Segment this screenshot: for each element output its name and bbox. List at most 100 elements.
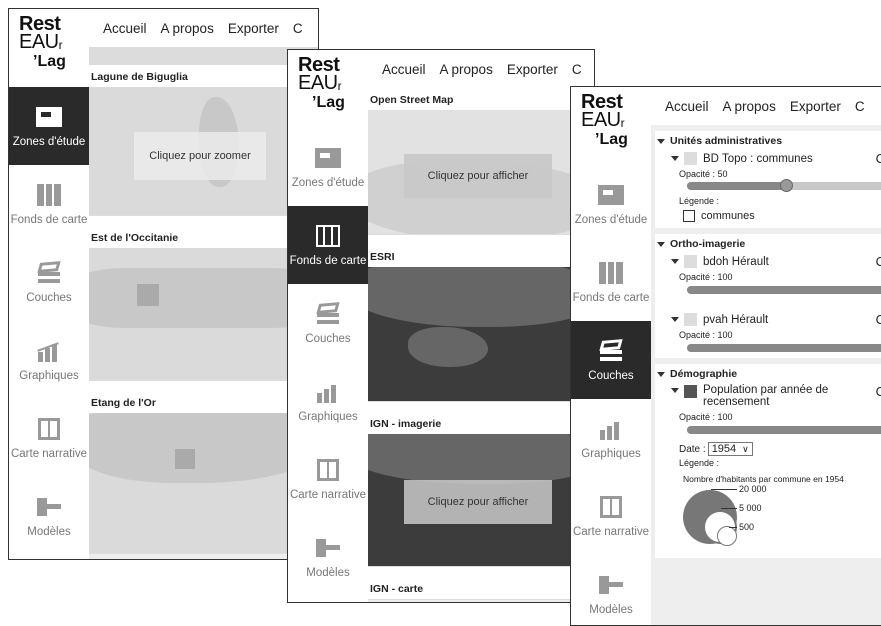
- app-logo[interactable]: Rest EAUr ’Lag: [571, 87, 651, 167]
- sidebar-item-couches[interactable]: Couches: [571, 321, 651, 399]
- caret-down-icon[interactable]: [671, 388, 679, 393]
- sidebar-item-graphiques[interactable]: Graphiques: [571, 399, 651, 477]
- slider-handle[interactable]: [780, 179, 793, 192]
- sidebar-item-modeles[interactable]: Modèles: [288, 518, 368, 596]
- sidebar-item-modeles[interactable]: Modèles: [571, 555, 651, 625]
- date-selector: Date : 1954 ∨: [679, 442, 881, 456]
- sidebar-item-zones[interactable]: Zones d'étude: [571, 165, 651, 243]
- basemap-title: IGN - carte: [368, 567, 594, 599]
- layer-visibility-checkbox[interactable]: [684, 313, 697, 326]
- nav-more[interactable]: C: [572, 62, 582, 77]
- group-header[interactable]: Ortho-imagerie: [657, 238, 881, 250]
- nav-exporter[interactable]: Exporter: [228, 21, 279, 36]
- sidebar-label: Couches: [305, 333, 351, 345]
- sidebar-label: Graphiques: [298, 411, 358, 423]
- layer-visibility-checkbox[interactable]: [684, 385, 697, 398]
- zoom-overlay-button[interactable]: Cliquez pour zoomer: [134, 132, 266, 180]
- basemap-card[interactable]: ESRI: [368, 235, 594, 402]
- zone-card[interactable]: Est de l'Occitanie: [89, 216, 318, 381]
- basemap-list: Open Street Map Cliquez pour afficher ES…: [368, 88, 594, 602]
- layer-options-button[interactable]: C: [876, 384, 881, 399]
- chart-icon: [313, 379, 343, 405]
- sidebar-item-fonds[interactable]: Fonds de carte: [9, 165, 89, 243]
- nav-more[interactable]: C: [293, 21, 303, 36]
- sidebar-label: Couches: [26, 292, 72, 304]
- sidebar-item-carte-narrative[interactable]: Carte narrative: [571, 477, 651, 555]
- caret-down-icon[interactable]: [671, 259, 679, 264]
- basemap-thumbnail[interactable]: [368, 267, 594, 401]
- zone-map-thumbnail[interactable]: [89, 248, 318, 380]
- basemap-thumbnail[interactable]: Cliquez pour afficher: [368, 110, 594, 234]
- nav-accueil[interactable]: Accueil: [103, 21, 147, 36]
- app-logo[interactable]: Rest EAUr ’Lag: [9, 9, 89, 89]
- logo-text-eaur: EAUr: [581, 109, 625, 131]
- caret-down-icon[interactable]: [671, 317, 679, 322]
- logo-text-eaur: EAUr: [298, 72, 342, 94]
- legend-label: Légende :: [679, 196, 720, 206]
- sidebar-label: Zones d'étude: [574, 214, 648, 226]
- sidebar-item-zones[interactable]: Zones d'étude: [9, 87, 89, 165]
- layer-group: Démographie Population par année de rece…: [655, 364, 881, 558]
- opacity-slider[interactable]: [687, 344, 881, 352]
- layer-item[interactable]: BD Topo : communes C: [671, 151, 881, 166]
- opacity-label: Opacité : 50: [679, 169, 728, 179]
- book-icon: [313, 457, 343, 483]
- nav-a-propos[interactable]: A propos: [440, 62, 493, 77]
- layer-name: BD Topo : communes: [703, 152, 813, 165]
- sidebar-item-carte-narrative[interactable]: Carte narrative: [9, 399, 89, 477]
- basemap-card[interactable]: IGN - carte: [368, 567, 594, 600]
- opacity-slider[interactable]: [687, 286, 881, 294]
- caret-down-icon[interactable]: [657, 138, 665, 144]
- sidebar-item-carte-narrative[interactable]: Carte narrative: [288, 440, 368, 518]
- nav-more[interactable]: C: [855, 99, 865, 114]
- zone-card[interactable]: Etang de l'Or: [89, 381, 318, 554]
- nav-a-propos[interactable]: A propos: [161, 21, 214, 36]
- zone-map-icon: [313, 145, 343, 171]
- sidebar-item-fonds[interactable]: Fonds de carte: [288, 206, 368, 284]
- opacity-slider[interactable]: [687, 179, 881, 192]
- polygon-swatch-icon: [683, 210, 695, 222]
- zone-card[interactable]: Lagune de Biguglia Cliquez pour zoomer: [89, 65, 318, 216]
- zone-map-thumbnail[interactable]: [89, 413, 318, 553]
- layer-options-button[interactable]: C: [876, 151, 881, 166]
- sidebar-item-couches[interactable]: Couches: [288, 284, 368, 362]
- layer-visibility-checkbox[interactable]: [684, 255, 697, 268]
- caret-down-icon[interactable]: [657, 371, 665, 377]
- sidebar-item-modeles[interactable]: Modèles: [9, 477, 89, 555]
- basemap-thumbnail[interactable]: Cliquez pour afficher: [368, 434, 594, 566]
- caret-down-icon[interactable]: [657, 241, 665, 247]
- date-select[interactable]: 1954 ∨: [707, 442, 753, 456]
- nav-exporter[interactable]: Exporter: [507, 62, 558, 77]
- nav-a-propos[interactable]: A propos: [723, 99, 776, 114]
- sidebar-item-couches[interactable]: Couches: [9, 243, 89, 321]
- sidebar-item-graphiques[interactable]: Graphiques: [288, 362, 368, 440]
- layer-options-button[interactable]: C: [876, 254, 881, 269]
- chart-icon: [34, 338, 64, 364]
- group-header[interactable]: Démographie: [657, 368, 881, 380]
- display-overlay-button[interactable]: Cliquez pour afficher: [404, 480, 552, 524]
- nav-accueil[interactable]: Accueil: [382, 62, 426, 77]
- sidebar-item-fonds[interactable]: Fonds de carte: [571, 243, 651, 321]
- layer-options-button[interactable]: C: [876, 312, 881, 327]
- group-header[interactable]: Unités administratives: [657, 135, 881, 147]
- basemap-card[interactable]: IGN - imagerie Cliquez pour afficher: [368, 402, 594, 567]
- basemap-card[interactable]: Open Street Map Cliquez pour afficher: [368, 88, 594, 235]
- display-overlay-button[interactable]: Cliquez pour afficher: [404, 154, 552, 198]
- sidebar-item-graphiques[interactable]: Graphiques: [9, 321, 89, 399]
- legend-title: Nombre d'habitants par commune en 1954: [683, 474, 844, 484]
- layer-item[interactable]: bdoh Hérault C: [671, 254, 881, 269]
- layer-item[interactable]: Population par année de recensement C: [671, 384, 881, 408]
- legend-circle-small: [717, 526, 737, 546]
- opacity-label: Opacité : 100: [679, 330, 733, 340]
- opacity-slider[interactable]: [687, 426, 881, 434]
- caret-down-icon[interactable]: [671, 156, 679, 161]
- zone-map-thumbnail[interactable]: Cliquez pour zoomer: [89, 87, 318, 215]
- layer-item[interactable]: pvah Hérault C: [671, 312, 881, 327]
- zone-title: Lagune de Biguglia: [89, 65, 318, 87]
- top-navigation: Accueil A propos Exporter C: [89, 9, 318, 47]
- nav-accueil[interactable]: Accueil: [665, 99, 709, 114]
- sidebar-item-zones[interactable]: Zones d'étude: [288, 128, 368, 206]
- nav-exporter[interactable]: Exporter: [790, 99, 841, 114]
- app-logo[interactable]: Rest EAUr ’Lag: [288, 50, 368, 130]
- layer-visibility-checkbox[interactable]: [684, 152, 697, 165]
